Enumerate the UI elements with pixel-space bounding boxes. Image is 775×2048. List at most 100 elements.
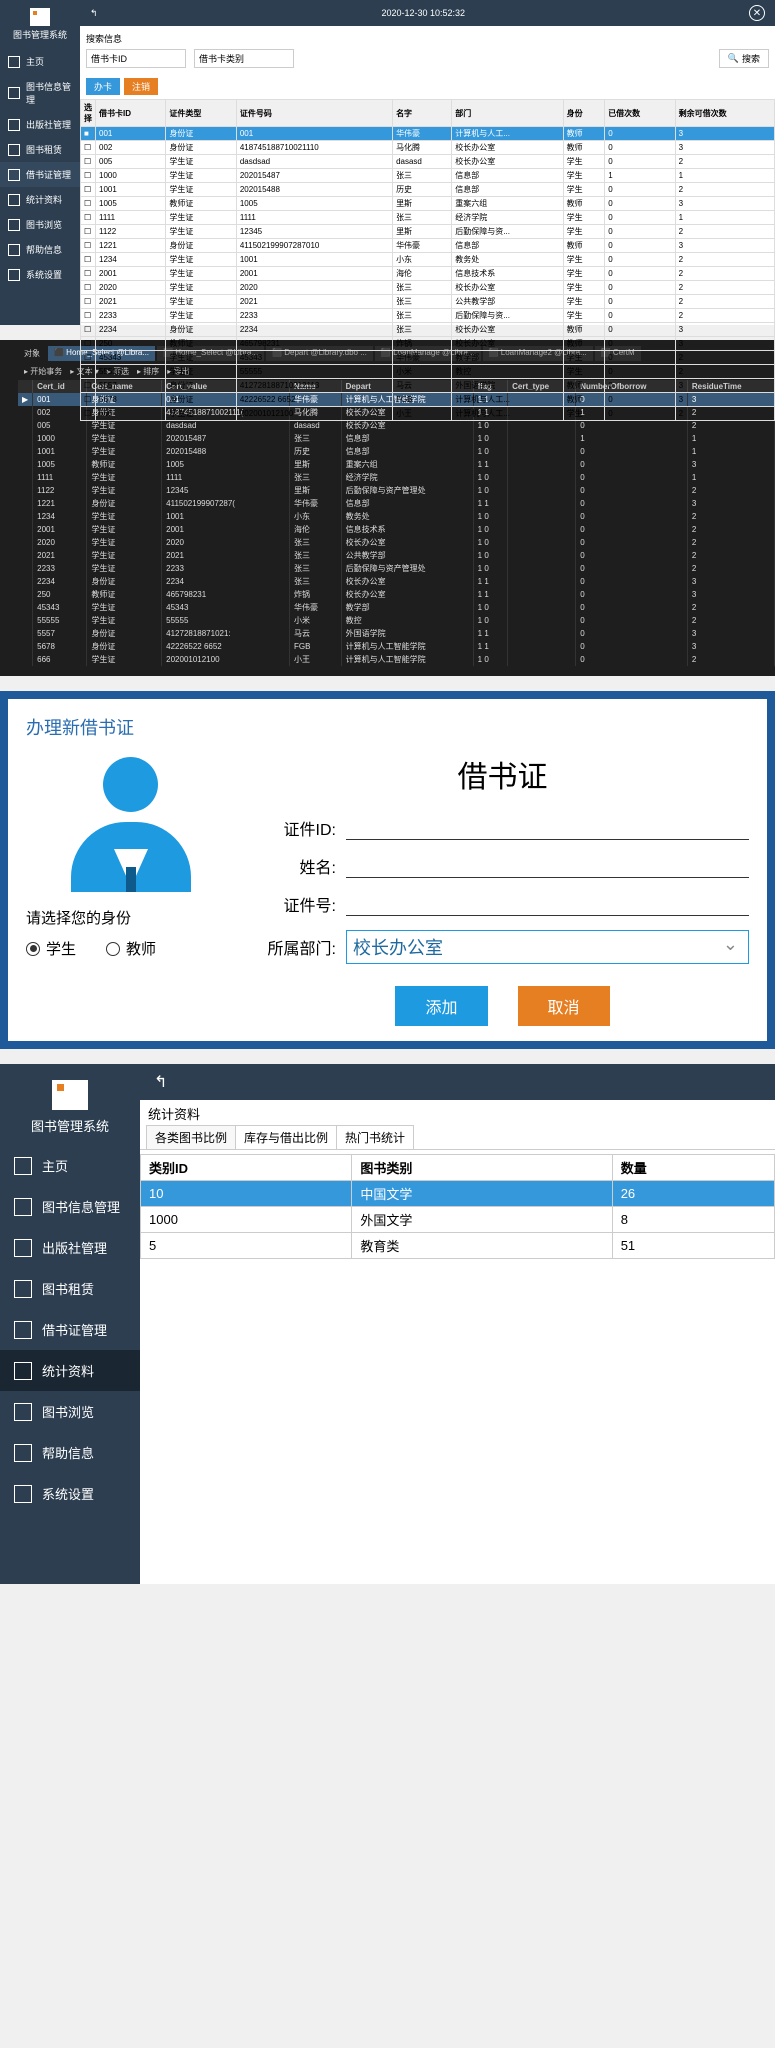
nav-item[interactable]: 出版社管理 bbox=[0, 1227, 140, 1268]
table-row[interactable]: 1000外国文学8 bbox=[141, 1207, 775, 1233]
nav-item[interactable]: 借书证管理 bbox=[0, 1309, 140, 1350]
table-row[interactable]: 5557身份证41272818871021:马云外国语学院1 103 bbox=[18, 627, 775, 640]
nav-item[interactable]: 图书信息管理 bbox=[0, 1186, 140, 1227]
table-row[interactable]: 1000学生证202015487张三信息部1 011 bbox=[18, 432, 775, 445]
checkbox[interactable]: ☐ bbox=[81, 225, 96, 239]
nav-item[interactable]: 图书租赁 bbox=[0, 1268, 140, 1309]
nav-item[interactable]: 帮助信息 bbox=[0, 237, 80, 262]
table-row[interactable]: 5678身份证42226522 6652FGB计算机与人工智能学院1 103 bbox=[18, 640, 775, 653]
radio-student[interactable]: 学生 bbox=[26, 938, 76, 959]
checkbox[interactable]: ☐ bbox=[81, 253, 96, 267]
card-button[interactable]: 办卡 bbox=[86, 78, 120, 95]
nav-item[interactable]: 借书证管理 bbox=[0, 162, 80, 187]
table-row[interactable]: 2233学生证2233张三后勤保障与资产管理处1 002 bbox=[18, 562, 775, 575]
table-row[interactable]: 1221身份证411502199907287(华伟豪信息部1 103 bbox=[18, 497, 775, 510]
table-row[interactable]: ☐2001学生证2001海伦信息技术系学生02 bbox=[81, 267, 775, 281]
table-row[interactable]: ☐002身份证418745188710021110马化腾校长办公室教师03 bbox=[81, 141, 775, 155]
checkbox[interactable]: ☐ bbox=[81, 155, 96, 169]
table-row[interactable]: 1234学生证1001小东教务处1 002 bbox=[18, 510, 775, 523]
table-row[interactable]: 666学生证202001012100小王计算机与人工智能学院1 002 bbox=[18, 653, 775, 666]
checkbox[interactable]: ☐ bbox=[81, 393, 96, 407]
table-row[interactable]: ☐1111学生证1111张三经济学院学生01 bbox=[81, 211, 775, 225]
nav-item[interactable]: 主页 bbox=[0, 1145, 140, 1186]
delete-button[interactable]: 注销 bbox=[124, 78, 158, 95]
table-row[interactable]: ☐666学生证202001012100小王计算机与人工...学生02 bbox=[81, 407, 775, 421]
table-row[interactable]: ☐2234身份证2234张三校长办公室教师03 bbox=[81, 323, 775, 337]
table-row[interactable]: ☐1234学生证1001小东教务处学生02 bbox=[81, 253, 775, 267]
input-cert[interactable] bbox=[346, 892, 749, 916]
table-row[interactable]: ☐5678身份证42226522 6652FGB计算机与人工...教师03 bbox=[81, 393, 775, 407]
input-id[interactable] bbox=[346, 816, 749, 840]
table-row[interactable]: 45343学生证45343华伟豪教学部1 002 bbox=[18, 601, 775, 614]
checkbox[interactable]: ☐ bbox=[81, 267, 96, 281]
checkbox[interactable]: ☐ bbox=[81, 351, 96, 365]
table-row[interactable]: 10中国文学26 bbox=[141, 1181, 775, 1207]
nav-item[interactable]: 图书浏览 bbox=[0, 1391, 140, 1432]
nav-item[interactable]: 出版社管理 bbox=[0, 112, 80, 137]
table-row[interactable]: 1122学生证12345里斯后勤保障与资产管理处1 002 bbox=[18, 484, 775, 497]
checkbox[interactable]: ☐ bbox=[81, 365, 96, 379]
table-row[interactable]: 2021学生证2021张三公共教学部1 002 bbox=[18, 549, 775, 562]
table-row[interactable]: ☐55555学生证55555小米教控学生02 bbox=[81, 365, 775, 379]
table-row[interactable]: ☐1221身份证411502199907287010华伟豪信息部教师03 bbox=[81, 239, 775, 253]
checkbox[interactable]: ☐ bbox=[81, 323, 96, 337]
table-row[interactable]: ■001身份证001华伟豪计算机与人工...教师03 bbox=[81, 127, 775, 141]
add-button[interactable]: 添加 bbox=[395, 986, 487, 1026]
table-row[interactable]: 1001学生证202015488历史信息部1 001 bbox=[18, 445, 775, 458]
nav-item[interactable]: 图书租赁 bbox=[0, 137, 80, 162]
checkbox[interactable]: ☐ bbox=[81, 295, 96, 309]
nav-item[interactable]: 主页 bbox=[0, 49, 80, 74]
nav-item[interactable]: 帮助信息 bbox=[0, 1432, 140, 1473]
table-row[interactable]: ☐2021学生证2021张三公共教学部学生02 bbox=[81, 295, 775, 309]
checkbox[interactable]: ☐ bbox=[81, 337, 96, 351]
checkbox[interactable]: ■ bbox=[81, 127, 96, 141]
checkbox[interactable]: ☐ bbox=[81, 281, 96, 295]
table-row[interactable]: ☐2020学生证2020张三校长办公室学生02 bbox=[81, 281, 775, 295]
checkbox[interactable]: ☐ bbox=[81, 197, 96, 211]
checkbox[interactable]: ☐ bbox=[81, 379, 96, 393]
tab[interactable]: 库存与借出比例 bbox=[235, 1125, 337, 1149]
checkbox[interactable]: ☐ bbox=[81, 309, 96, 323]
nav-item[interactable]: 系统设置 bbox=[0, 262, 80, 287]
radio-teacher[interactable]: 教师 bbox=[106, 938, 156, 959]
table-row[interactable]: ☐1122学生证12345里斯后勤保障与资...学生02 bbox=[81, 225, 775, 239]
checkbox[interactable]: ☐ bbox=[81, 169, 96, 183]
close-icon[interactable]: ✕ bbox=[749, 5, 765, 21]
tab[interactable]: 各类图书比例 bbox=[146, 1125, 236, 1149]
table-row[interactable]: ☐1001学生证202015488历史信息部学生02 bbox=[81, 183, 775, 197]
table-row[interactable]: ☐5557身份证412728188710212113马云外国语学院教师03 bbox=[81, 379, 775, 393]
tool-button[interactable]: ▸ 开始事务 bbox=[24, 366, 62, 377]
checkbox[interactable]: ☐ bbox=[81, 239, 96, 253]
checkbox[interactable]: ☐ bbox=[81, 141, 96, 155]
checkbox[interactable]: ☐ bbox=[81, 211, 96, 225]
table-row[interactable]: 1005教师证1005里斯重案六组1 103 bbox=[18, 458, 775, 471]
table-row[interactable]: 55555学生证55555小米教控1 002 bbox=[18, 614, 775, 627]
table-row[interactable]: 2234身份证2234张三校长办公室1 103 bbox=[18, 575, 775, 588]
nav-item[interactable]: 系统设置 bbox=[0, 1473, 140, 1514]
table-row[interactable]: 5教育类51 bbox=[141, 1233, 775, 1259]
table-row[interactable]: 250教师证465798231炸锅校长办公室1 103 bbox=[18, 588, 775, 601]
nav-item[interactable]: 图书浏览 bbox=[0, 212, 80, 237]
back-icon[interactable]: ↰ bbox=[154, 1072, 167, 1092]
input-name[interactable] bbox=[346, 854, 749, 878]
tab[interactable]: 热门书统计 bbox=[336, 1125, 414, 1149]
search-field-select[interactable]: 借书卡ID bbox=[86, 49, 186, 68]
table-row[interactable]: 2001学生证2001海伦信息技术系1 002 bbox=[18, 523, 775, 536]
search-button[interactable]: 🔍 搜索 bbox=[719, 49, 769, 68]
table-row[interactable]: ☐2233学生证2233张三后勤保障与资...学生02 bbox=[81, 309, 775, 323]
table-row[interactable]: ☐45343学生证45343华伟豪教学部学生02 bbox=[81, 351, 775, 365]
cancel-button[interactable]: 取消 bbox=[518, 986, 610, 1026]
table-row[interactable]: ☐1000学生证202015487张三信息部学生11 bbox=[81, 169, 775, 183]
table-row[interactable]: ☐1005教师证1005里斯重案六组教师03 bbox=[81, 197, 775, 211]
nav-item[interactable]: 统计资料 bbox=[0, 1350, 140, 1391]
select-dept[interactable]: 校长办公室⌄ bbox=[346, 930, 749, 964]
search-type-select[interactable]: 借书卡类别 bbox=[194, 49, 294, 68]
table-row[interactable]: ☐005学生证dasdsaddasasd校长办公室学生02 bbox=[81, 155, 775, 169]
checkbox[interactable]: ☐ bbox=[81, 183, 96, 197]
table-row[interactable]: ☐250教师证465798231炸锅校长办公室教师03 bbox=[81, 337, 775, 351]
table-row[interactable]: 2020学生证2020张三校长办公室1 002 bbox=[18, 536, 775, 549]
checkbox[interactable]: ☐ bbox=[81, 407, 96, 421]
nav-item[interactable]: 统计资料 bbox=[0, 187, 80, 212]
back-icon[interactable]: ↰ bbox=[90, 8, 98, 19]
table-row[interactable]: 1111学生证1111张三经济学院1 001 bbox=[18, 471, 775, 484]
